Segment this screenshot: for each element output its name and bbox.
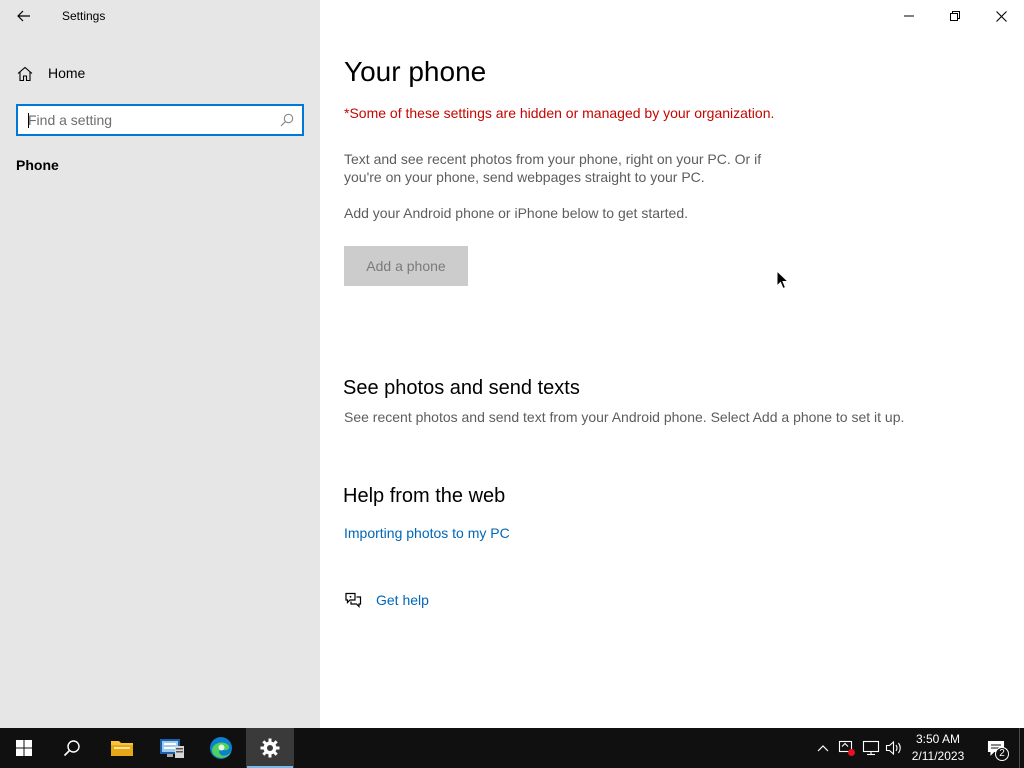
volume-tray-button[interactable]	[885, 738, 903, 758]
search-icon	[63, 740, 80, 757]
windows-logo-icon	[16, 740, 32, 756]
restore-icon	[950, 11, 960, 21]
speaker-icon	[885, 740, 901, 756]
settings-taskbar-button[interactable]	[246, 728, 294, 768]
clock-date: 2/11/2023	[911, 749, 965, 763]
mouse-pointer-icon	[776, 270, 790, 290]
add-phone-button[interactable]: Add a phone	[344, 246, 468, 286]
start-button[interactable]	[0, 728, 48, 768]
close-button[interactable]	[978, 0, 1024, 32]
sidebar-item-phone[interactable]: Phone	[16, 157, 59, 173]
get-help-icon	[345, 592, 362, 608]
page-title: Your phone	[344, 56, 487, 87]
chevron-up-icon	[817, 745, 829, 752]
network-icon	[862, 740, 880, 756]
security-alert-icon	[838, 740, 855, 756]
section-title-photos-texts: See photos and send texts	[343, 377, 580, 399]
get-help-link[interactable]: Get help	[376, 592, 429, 608]
org-managed-notice: *Some of these settings are hidden or ma…	[344, 105, 775, 121]
search-box[interactable]	[16, 104, 304, 136]
file-explorer-button[interactable]	[98, 728, 146, 768]
search-input[interactable]	[18, 106, 272, 134]
show-hidden-icons-button[interactable]	[814, 738, 832, 758]
taskbar: 3:50 AM 2/11/2023 2	[0, 728, 1024, 768]
section-description-photos-texts: See recent photos and send text from you…	[344, 409, 905, 425]
taskbar-search-button[interactable]	[48, 728, 96, 768]
minimize-icon	[904, 15, 914, 17]
restore-button[interactable]	[932, 0, 978, 32]
show-desktop-button[interactable]	[1019, 728, 1024, 768]
sidebar-item-home[interactable]: Home	[0, 56, 320, 92]
back-arrow-icon	[17, 10, 30, 22]
close-icon	[995, 10, 1007, 22]
get-started-text: Add your Android phone or iPhone below t…	[344, 205, 689, 221]
taskbar-clock[interactable]: 3:50 AM 2/11/2023	[906, 731, 970, 765]
back-button[interactable]	[6, 0, 42, 32]
folder-icon	[111, 741, 133, 756]
search-icon[interactable]	[272, 106, 302, 134]
network-tray-button[interactable]	[862, 738, 880, 758]
notification-count-badge: 2	[995, 747, 1009, 761]
server-manager-button[interactable]	[148, 728, 196, 768]
home-icon	[17, 66, 33, 82]
server-manager-icon	[160, 739, 184, 758]
importing-photos-link[interactable]: Importing photos to my PC	[344, 525, 510, 541]
section-title-help-web: Help from the web	[343, 485, 506, 507]
window-title: Settings	[62, 9, 106, 23]
security-tray-button[interactable]	[838, 738, 856, 758]
minimize-button[interactable]	[886, 0, 932, 32]
edge-browser-button[interactable]	[197, 728, 245, 768]
edge-icon	[210, 737, 232, 759]
text-caret	[28, 113, 29, 128]
sidebar-item-label: Home	[48, 65, 86, 81]
clock-time: 3:50 AM	[915, 732, 961, 746]
sidebar: Settings Home Phone	[0, 0, 320, 728]
phone-description: Text and see recent photos from your pho…	[344, 151, 762, 185]
gear-icon	[260, 738, 280, 758]
action-center-button[interactable]: 2	[978, 728, 1014, 768]
